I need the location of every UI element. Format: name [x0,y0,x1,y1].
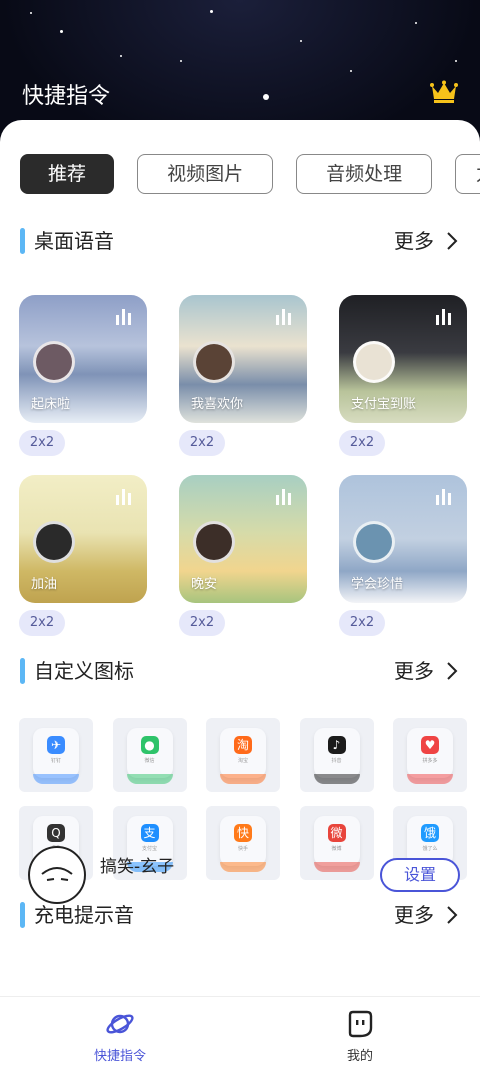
nav-label: 快捷指令 [93,1049,146,1064]
avatar [28,846,86,904]
icon-name: 抖音 [331,758,342,764]
nav-mine[interactable]: 我的 [300,997,420,1068]
bottom-nav: 快捷指令 我的 [0,996,480,1068]
charge-sound-item[interactable]: 搞笑-玄子 设置 [28,846,468,906]
audio-bars-icon [276,489,291,505]
card-label: 我喜欢你 [191,397,244,412]
tab-video-image[interactable]: 视频图片 [137,154,274,194]
voice-card[interactable]: 起床啦 [19,295,147,423]
audio-bars-icon [116,309,131,325]
crown-icon[interactable] [430,80,458,104]
qq-icon: Q [47,824,65,842]
size-badge: 2x2 [19,610,65,636]
voice-card[interactable]: 加油 [19,475,147,603]
custom-icon-tile[interactable]: 淘淘宝 [206,718,280,792]
more-link[interactable]: 更多 [394,226,434,256]
wave-decoration [313,774,360,784]
custom-icon-tile[interactable]: ♥ 拼多多 [393,718,467,792]
tab-recommend[interactable]: 推荐 [20,154,114,194]
icon-name: 钉钉 [50,758,61,764]
planet-icon [106,1014,134,1034]
wave-decoration [33,774,79,784]
profile-face-icon [348,1010,373,1038]
chevron-right-icon[interactable] [444,905,460,925]
chevron-right-icon[interactable] [444,661,460,681]
section-title: 自定义图标 [34,659,134,683]
card-label: 晚安 [191,577,218,592]
taobao-icon: 淘 [234,736,252,754]
custom-icon-tile[interactable]: ♪ 抖音 [299,718,374,792]
icon-name: 拼多多 [422,758,438,764]
audio-bars-icon [436,309,451,325]
wave-decoration [126,774,173,784]
voice-card[interactable]: 支付宝到账 [339,295,467,423]
avatar [33,341,75,383]
chevron-right-icon[interactable] [444,231,460,251]
kuaishou-icon: 快 [234,824,252,842]
size-badge: 2x2 [339,430,385,456]
size-badge: 2x2 [339,610,385,636]
section-voice-header: 桌面语音 更多 [20,226,460,256]
icon-preview: ✈ 钉钉 [33,728,79,778]
icon-name: 淘宝 [237,758,248,764]
wave-decoration [220,774,266,784]
alipay-icon: 支 [140,824,159,842]
icon-preview: ♥ 拼多多 [407,728,453,778]
section-title: 桌面语音 [34,229,114,253]
icon-preview: 淘淘宝 [220,728,266,778]
size-badge: 2x2 [179,430,225,456]
voice-card[interactable]: 晚安 [179,475,307,603]
audio-bars-icon [276,309,291,325]
nav-shortcuts[interactable]: 快捷指令 [60,997,180,1068]
card-label: 起床啦 [31,397,71,412]
avatar [353,521,395,563]
avatar [33,521,75,563]
tab-audio[interactable]: 音频处理 [296,154,433,194]
voice-card[interactable]: 我喜欢你 [179,295,307,423]
avatar [193,521,235,563]
voice-card[interactable]: 学会珍惜 [339,475,467,603]
icon-name: 微信 [144,758,155,764]
eleme-icon: 饿 [421,824,439,842]
avatar [353,341,395,383]
tab-more-category[interactable]: 力 [455,154,480,194]
icon-preview: ● 微信 [126,728,173,778]
custom-icon-tile[interactable]: ✈ 钉钉 [19,718,93,792]
pinduoduo-icon: ♥ [421,736,439,754]
set-button[interactable]: 设置 [380,858,460,892]
more-link[interactable]: 更多 [394,656,434,686]
page-title: 快捷指令 [22,84,111,109]
custom-icon-tile[interactable]: ● 微信 [112,718,187,792]
section-icons-header: 自定义图标 更多 [20,656,460,686]
card-label: 支付宝到账 [351,397,417,412]
avatar [193,341,235,383]
category-tabs: 推荐 视频图片 音频处理 力 [20,154,480,194]
weibo-icon: 微 [327,824,346,842]
size-badge: 2x2 [19,430,65,456]
size-badge: 2x2 [179,610,225,636]
nav-label: 我的 [346,1049,373,1064]
audio-bars-icon [436,489,451,505]
douyin-icon: ♪ [327,736,346,754]
card-label: 加油 [31,577,58,592]
dingtalk-icon: ✈ [47,736,65,754]
wechat-icon: ● [140,736,159,754]
wave-decoration [407,774,453,784]
icon-preview: ♪ 抖音 [313,728,360,778]
sound-name: 搞笑-玄子 [100,857,175,877]
audio-bars-icon [116,489,131,505]
card-label: 学会珍惜 [351,577,404,592]
